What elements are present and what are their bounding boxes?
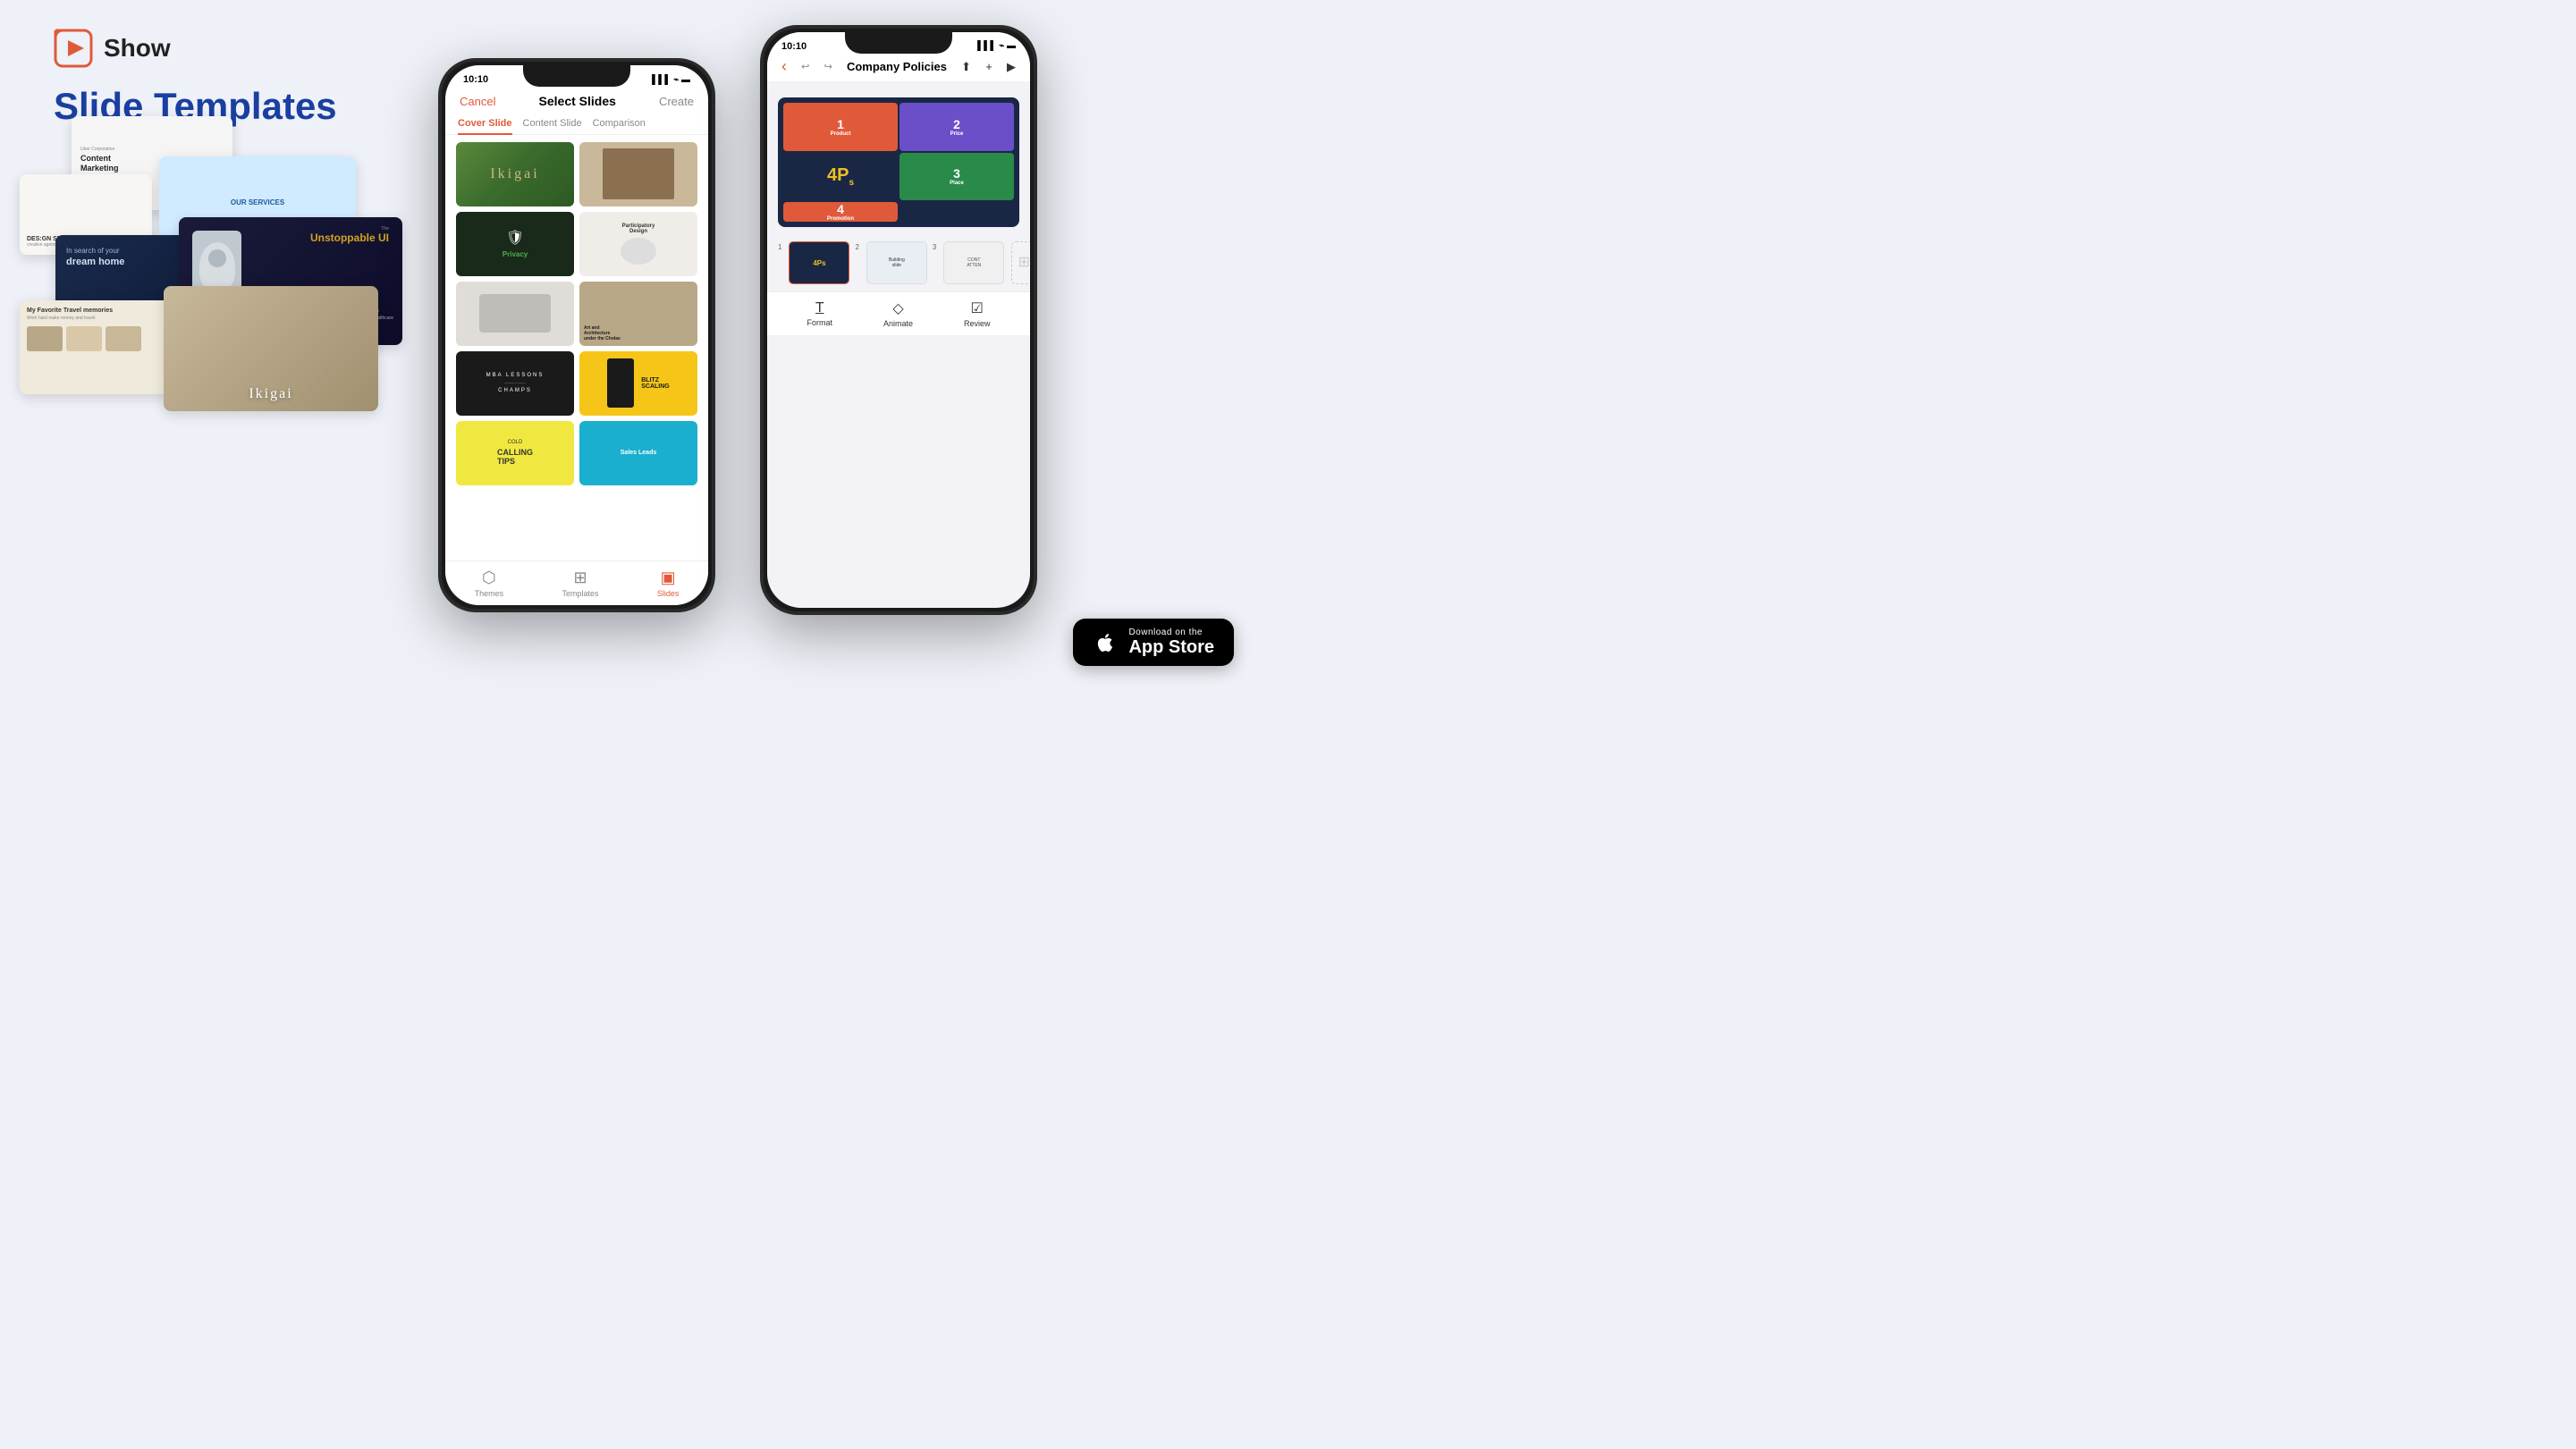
template-travel[interactable]: My Favorite Travel memories Work hard ma… xyxy=(20,300,176,394)
phone1-slide-grid: Ikigai 🛡 Privacy ParticipatoryDesign xyxy=(445,135,708,493)
phone2-signals: ▌▌▌ ⌁ ▬ xyxy=(977,41,1016,52)
phone2-undo-icon[interactable]: ↩ xyxy=(801,61,809,72)
slide-thumb-scaling[interactable]: BLITZSCALING xyxy=(579,351,697,416)
phone2-thumb-1[interactable]: 4Ps xyxy=(789,241,849,284)
slide-thumb-cold[interactable]: COLD CALLINGTIPS xyxy=(456,421,574,485)
tab-cover-slide[interactable]: Cover Slide xyxy=(458,114,512,135)
phone-2: 10:10 ▌▌▌ ⌁ ▬ ‹ ↩ ↪ Company Policies ⬆ +… xyxy=(760,25,1037,615)
phone2-time: 10:10 xyxy=(781,41,807,52)
slide-thumb-ikigai[interactable]: Ikigai xyxy=(456,142,574,206)
phone2-toolbar: T̲ Format ◇ Animate ☑ Review xyxy=(767,291,1030,335)
4ps-promotion: 4 Promotion xyxy=(783,202,898,222)
appstore-top-text: Download on the xyxy=(1128,628,1214,637)
tab-comparison[interactable]: Comparison xyxy=(593,114,646,135)
template-ikigai-left[interactable]: Ikigai xyxy=(164,286,378,411)
phone2-redo-icon[interactable]: ↪ xyxy=(824,61,832,72)
phone1-nav-title: Select Slides xyxy=(539,94,616,108)
tab-content-slide[interactable]: Content Slide xyxy=(523,114,582,135)
phone-2-screen: 10:10 ▌▌▌ ⌁ ▬ ‹ ↩ ↪ Company Policies ⬆ +… xyxy=(767,32,1030,608)
bottom-tab-templates[interactable]: ⊞ Templates xyxy=(562,569,598,598)
phone1-bottom-bar: ⬡ Themes ⊞ Templates ▣ Slides xyxy=(445,560,708,605)
4ps-place: 3 Place xyxy=(899,153,1014,201)
appstore-bottom-text: App Store xyxy=(1128,637,1214,657)
phone2-title-bar: ‹ ↩ ↪ Company Policies ⬆ + ▶ xyxy=(781,57,1016,76)
slide-thumb-mba[interactable]: MBA LESSONS ⸻⸻ CHAMPS xyxy=(456,351,574,416)
phone2-main-slide[interactable]: 1 Product 2 Price 4Ps xyxy=(778,97,1019,227)
phone2-tool-animate[interactable]: ◇ Animate xyxy=(883,299,913,328)
4ps-product: 1 Product xyxy=(783,103,898,151)
phone2-thumb-add[interactable]: ⊞ xyxy=(1011,241,1030,284)
apple-icon xyxy=(1093,630,1118,655)
bottom-tab-slides[interactable]: ▣ Slides xyxy=(657,569,680,598)
slide-thumb-privacy[interactable]: 🛡 Privacy xyxy=(456,212,574,276)
slide-thumb-art-arch[interactable]: Art andArchitectureunder the Cholas xyxy=(579,282,697,346)
phone2-share-icon[interactable]: ⬆ xyxy=(961,60,971,74)
phone-1-notch xyxy=(523,62,630,87)
logo-text: Show xyxy=(104,34,171,63)
phone1-signals: ▌▌▌ ⌁ ▬ xyxy=(652,75,690,85)
phone2-tool-review[interactable]: ☑ Review xyxy=(964,299,991,328)
slide-thumb-book[interactable] xyxy=(579,142,697,206)
phone2-play-icon[interactable]: ▶ xyxy=(1007,60,1016,74)
phone-1-screen: 10:10 ▌▌▌ ⌁ ▬ Cancel Select Slides Creat… xyxy=(445,65,708,605)
phone2-title: Company Policies xyxy=(847,60,947,73)
logo-area: Show xyxy=(54,29,171,68)
bottom-tab-themes[interactable]: ⬡ Themes xyxy=(475,569,504,598)
phone1-tabs: Cover Slide Content Slide Comparison xyxy=(445,114,708,135)
phone-1: 10:10 ▌▌▌ ⌁ ▬ Cancel Select Slides Creat… xyxy=(438,58,715,612)
review-label: Review xyxy=(964,319,991,328)
animate-icon: ◇ xyxy=(892,299,903,317)
slide-thumb-participatory[interactable]: ParticipatoryDesign xyxy=(579,212,697,276)
phone2-spacer xyxy=(767,81,1030,90)
phone2-add-icon[interactable]: + xyxy=(985,60,992,73)
phone1-create[interactable]: Create xyxy=(659,95,694,108)
phone1-time: 10:10 xyxy=(463,74,488,85)
phone1-cancel[interactable]: Cancel xyxy=(460,95,495,108)
app-logo-icon xyxy=(54,29,93,68)
appstore-button[interactable]: Download on the App Store xyxy=(1073,619,1234,666)
phone2-thumb-3[interactable]: CONTATTEN xyxy=(943,241,1004,284)
phone-2-notch xyxy=(845,29,952,54)
phone2-tool-format[interactable]: T̲ Format xyxy=(807,300,832,327)
4ps-price: 2 Price xyxy=(899,103,1014,151)
phone2-thumb-2[interactable]: Buildingslide xyxy=(866,241,927,284)
4ps-center: 4Ps xyxy=(783,153,898,201)
review-icon: ☑ xyxy=(971,299,984,317)
phone2-thumb-num-3: 3 xyxy=(933,241,936,284)
slide-thumb-grey[interactable] xyxy=(456,282,574,346)
phone2-back-icon[interactable]: ‹ xyxy=(781,57,787,76)
animate-label: Animate xyxy=(883,319,913,328)
phone2-thumb-num-2: 2 xyxy=(855,241,858,284)
slide-thumb-sales[interactable]: Sales Leads xyxy=(579,421,697,485)
phone2-thumbnails: 1 4Ps 2 Buildingslide 3 CONTATTEN ⊞ xyxy=(767,234,1030,291)
format-icon: T̲ xyxy=(815,300,824,316)
format-label: Format xyxy=(807,318,832,327)
appstore-text: Download on the App Store xyxy=(1128,628,1214,657)
phone1-nav: Cancel Select Slides Create xyxy=(445,88,708,114)
phone2-thumb-num-1: 1 xyxy=(778,241,781,284)
